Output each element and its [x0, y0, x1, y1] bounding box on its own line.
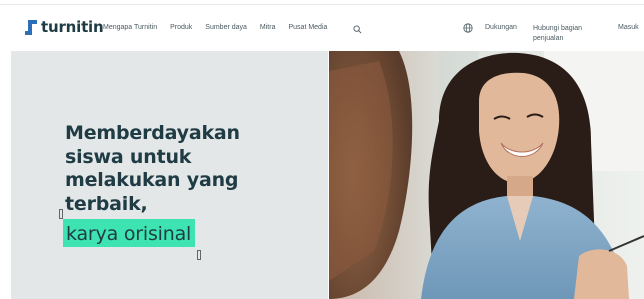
nav-item-partners[interactable]: Mitra: [260, 24, 276, 31]
turnitin-logo[interactable]: turnitin: [25, 18, 104, 36]
nav-item-resources[interactable]: Sumber daya: [205, 24, 247, 31]
text-cursor-icon: [59, 209, 63, 219]
site-header: turnitin Mengapa Turnitin Produk Sumber …: [0, 6, 644, 49]
turnitin-logo-icon: [25, 19, 37, 36]
search-icon[interactable]: [353, 25, 362, 34]
hero-photo-illustration: [329, 51, 644, 299]
login-link[interactable]: Masuk: [618, 24, 639, 31]
hero-section: Memberdayakan siswa untuk melakukan yang…: [11, 51, 644, 299]
top-strip: [0, 0, 644, 5]
main-nav: Mengapa Turnitin Produk Sumber daya Mitr…: [103, 24, 327, 31]
support-link[interactable]: Dukungan: [485, 24, 517, 31]
hero-text-panel: Memberdayakan siswa untuk melakukan yang…: [11, 51, 328, 299]
text-cursor-icon: [197, 250, 201, 260]
hero-photo: [329, 51, 644, 299]
contact-sales-link[interactable]: Hubungi bagian penjualan: [533, 24, 597, 44]
logo-text: turnitin: [41, 18, 104, 36]
nav-item-products[interactable]: Produk: [170, 24, 192, 31]
hero-title: Memberdayakan siswa untuk melakukan yang…: [65, 122, 240, 215]
nav-item-why-turnitin[interactable]: Mengapa Turnitin: [103, 24, 157, 31]
nav-item-media-center[interactable]: Pusat Media: [288, 24, 327, 31]
hero-highlight: karya orisinal: [63, 219, 196, 247]
globe-icon[interactable]: [463, 23, 473, 33]
